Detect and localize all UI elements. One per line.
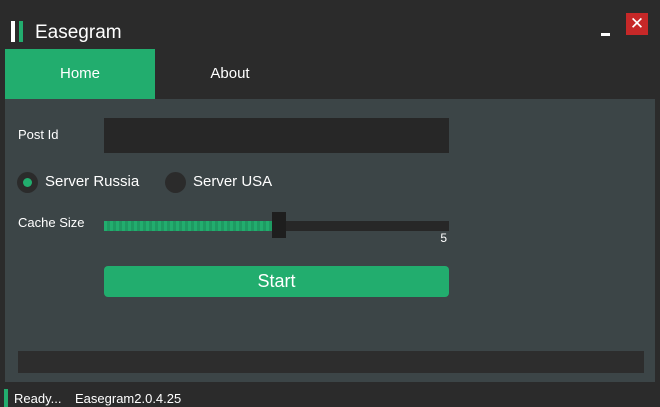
start-button[interactable]: Start (104, 266, 449, 297)
radio-server-usa-label: Server USA (193, 173, 273, 190)
slider-thumb[interactable] (272, 212, 286, 238)
close-icon: ✕ (629, 14, 645, 33)
version-label: Easegram2.0.4.25 (75, 391, 182, 406)
app-title: Easegram (35, 22, 122, 43)
progress-bar (18, 351, 644, 373)
title-bar: Easegram ✕ (0, 0, 660, 46)
post-id-input[interactable] (104, 118, 449, 153)
radio-circle (165, 172, 186, 193)
radio-circle (17, 172, 38, 193)
logo-bar-white (11, 21, 15, 42)
slider-fill (104, 221, 272, 231)
post-id-label: Post Id (18, 127, 59, 142)
minimize-button[interactable] (598, 14, 614, 38)
home-panel: Post Id Server Russia Server USA Cache S… (5, 99, 655, 382)
minimize-icon (601, 33, 610, 36)
app-logo-icon (11, 21, 25, 42)
logo-bar-green (19, 21, 23, 42)
cache-size-value: 5 (440, 231, 447, 245)
status-indicator (4, 389, 8, 407)
status-text: Ready... (14, 391, 62, 406)
radio-selected-dot (23, 178, 32, 187)
tab-home[interactable]: Home (5, 49, 155, 99)
close-button[interactable]: ✕ (626, 13, 648, 35)
radio-server-russia-label: Server Russia (45, 173, 140, 190)
cache-size-label: Cache Size (18, 215, 85, 230)
tab-about[interactable]: About (155, 49, 305, 99)
